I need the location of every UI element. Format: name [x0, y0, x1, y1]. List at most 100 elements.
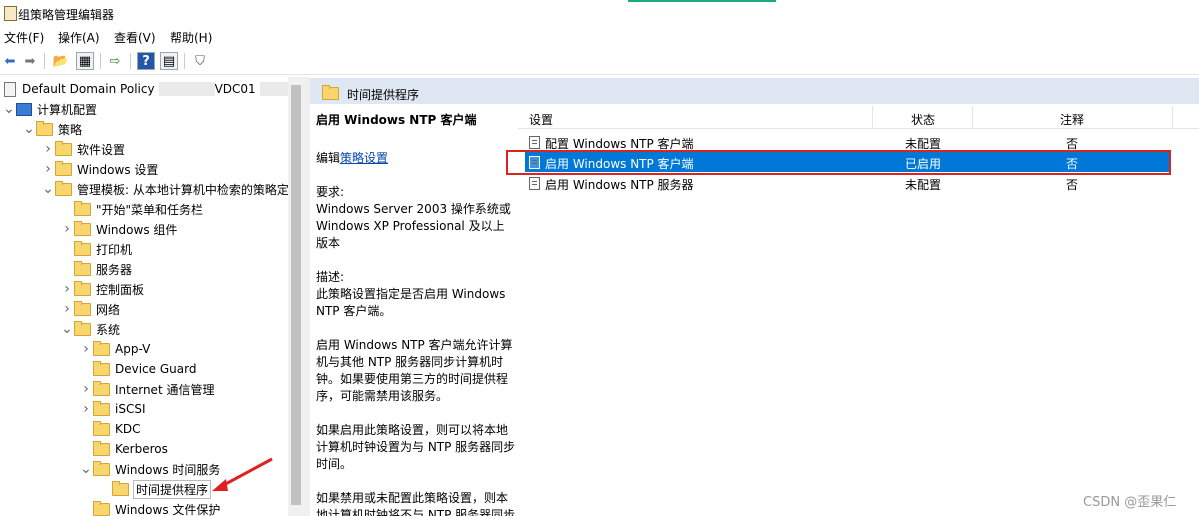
- column-comment[interactable]: 注释: [1060, 111, 1084, 128]
- tree-item[interactable]: "开始"菜单和任务栏: [60, 199, 203, 219]
- column-divider[interactable]: [872, 106, 873, 128]
- folder-icon: [55, 140, 72, 156]
- details-header-title: 时间提供程序: [347, 88, 420, 102]
- folder-icon: [74, 260, 91, 276]
- folder-icon: [74, 200, 91, 216]
- title-bar: 组策略管理编辑器: [0, 0, 1199, 26]
- description-panel: 启用 Windows NTP 客户端 编辑策略设置 要求: Windows Se…: [310, 104, 518, 516]
- chevron-right-icon[interactable]: ›: [60, 281, 74, 297]
- forward-icon[interactable]: ➡: [21, 52, 39, 70]
- folder-icon: [74, 240, 91, 256]
- folder-icon: [74, 320, 91, 336]
- description-text-4: 如果禁用或未配置此策略设置，则本地计算机时钟将不与 NTP 服务器同步: [316, 491, 516, 516]
- folder-icon: [74, 300, 91, 316]
- tree-item[interactable]: › Windows 组件: [60, 219, 177, 239]
- tree-item-label: iSCSI: [115, 402, 146, 416]
- export-list-icon[interactable]: ⇨: [106, 52, 124, 70]
- tree-item[interactable]: ⌄ 计算机配置: [2, 99, 97, 119]
- tree-item-label: 服务器: [96, 262, 133, 277]
- folder-icon: [74, 280, 91, 296]
- edit-prefix: 编辑: [316, 151, 341, 165]
- tree-item[interactable]: Windows 文件保护: [79, 499, 220, 516]
- tree-item-label: Device Guard: [115, 362, 197, 376]
- folder-icon: [93, 500, 110, 516]
- folder-icon: [93, 340, 110, 356]
- tree-item[interactable]: ⌄ 系统: [60, 319, 120, 339]
- menu-action[interactable]: 操作(A): [58, 29, 100, 46]
- chevron-right-icon[interactable]: ›: [41, 161, 55, 177]
- tree-item[interactable]: › App-V: [79, 339, 150, 359]
- tree-item[interactable]: ⌄ 管理模板: 从本地计算机中检索的策略定: [41, 179, 289, 199]
- tree-item[interactable]: › Internet 通信管理: [79, 379, 214, 399]
- tree-item[interactable]: › iSCSI: [79, 399, 146, 419]
- chevron-right-icon[interactable]: ›: [60, 301, 74, 317]
- setting-row[interactable]: 配置 Windows NTP 客户端 未配置 否: [525, 132, 1171, 152]
- tree-item[interactable]: Device Guard: [79, 359, 196, 379]
- tree-item-label: Windows 设置: [77, 162, 159, 177]
- chevron-right-icon[interactable]: ›: [79, 341, 93, 357]
- tree-item-label: 计算机配置: [37, 102, 98, 117]
- tree-item[interactable]: › 控制面板: [60, 279, 144, 299]
- tree-item[interactable]: 服务器: [60, 259, 132, 279]
- tree-item[interactable]: › 网络: [60, 299, 120, 319]
- tree-item-label: Windows 组件: [96, 222, 178, 237]
- chevron-down-icon[interactable]: ⌄: [41, 181, 55, 197]
- chevron-down-icon[interactable]: ⌄: [79, 461, 93, 477]
- folder-icon: [36, 120, 53, 136]
- back-icon[interactable]: ⬅: [1, 52, 19, 70]
- menu-view[interactable]: 查看(V): [114, 29, 156, 46]
- watermark: CSDN @歪果仁: [1083, 495, 1177, 510]
- chevron-down-icon[interactable]: ⌄: [60, 321, 74, 337]
- show-tree-icon[interactable]: ▦: [76, 52, 94, 70]
- folder-icon: [93, 380, 110, 396]
- tree-item[interactable]: ⌄ Windows 时间服务: [79, 459, 220, 479]
- toolbar-separator: [130, 53, 131, 69]
- computer-icon: [16, 102, 32, 116]
- edit-policy-link[interactable]: 策略设置: [340, 151, 388, 165]
- properties-icon[interactable]: ▤: [160, 52, 178, 70]
- policy-title: 启用 Windows NTP 客户端: [316, 113, 477, 127]
- menu-help[interactable]: 帮助(H): [170, 29, 212, 46]
- tree-item-label: Windows 时间服务: [115, 462, 221, 477]
- folder-icon: [93, 460, 110, 476]
- requirements-label: 要求:: [316, 185, 345, 199]
- menu-file[interactable]: 文件(F): [4, 29, 44, 46]
- tree-item-label: 管理模板: 从本地计算机中检索的策略定: [77, 182, 289, 197]
- setting-row[interactable]: 启用 Windows NTP 服务器 未配置 否: [525, 173, 1171, 193]
- setting-state: 未配置: [905, 178, 942, 192]
- tree-scroll-thumb[interactable]: [291, 85, 301, 505]
- menu-bar: 文件(F) 操作(A) 查看(V) 帮助(H): [0, 26, 1199, 48]
- tree-item[interactable]: KDC: [79, 419, 141, 439]
- tree-item[interactable]: › Windows 设置: [41, 159, 158, 179]
- up-folder-icon[interactable]: 📂: [52, 52, 70, 70]
- tree-item[interactable]: 时间提供程序: [98, 479, 212, 499]
- tree-item[interactable]: Kerberos: [79, 439, 168, 459]
- tree-item[interactable]: 打印机: [60, 239, 132, 259]
- toolbar: ⬅ ➡ 📂 ▦ ⇨ ? ▤ ⛉: [0, 48, 1199, 75]
- help-icon[interactable]: ?: [137, 52, 155, 70]
- folder-icon: [74, 220, 91, 236]
- filter-icon[interactable]: ⛉: [191, 52, 209, 70]
- annotation-arrow-icon: [212, 457, 273, 491]
- title-accent-line: [628, 0, 776, 2]
- edit-policy-line: 编辑策略设置: [316, 150, 516, 167]
- description-text-3: 如果启用此策略设置，则可以将本地计算机时钟设置为与 NTP 服务器同步时间。: [316, 423, 516, 471]
- column-state[interactable]: 状态: [911, 111, 935, 128]
- chevron-down-icon[interactable]: ⌄: [22, 121, 36, 137]
- chevron-down-icon[interactable]: ⌄: [2, 101, 16, 117]
- description-text-2: 启用 Windows NTP 客户端允许计算机与其他 NTP 服务器同步计算机时…: [316, 338, 513, 403]
- column-divider[interactable]: [1172, 106, 1173, 128]
- chevron-right-icon[interactable]: ›: [60, 221, 74, 237]
- toolbar-separator: [184, 53, 185, 69]
- column-setting[interactable]: 设置: [529, 111, 553, 128]
- tree-item[interactable]: ⌄ 策略: [22, 119, 82, 139]
- chevron-right-icon[interactable]: ›: [79, 381, 93, 397]
- chevron-right-icon[interactable]: ›: [79, 401, 93, 417]
- tree-item[interactable]: › 软件设置: [41, 139, 125, 159]
- app-icon: [4, 6, 17, 21]
- tree-root[interactable]: Default Domain Policy VDC01 C: [0, 79, 304, 99]
- column-divider[interactable]: [972, 106, 973, 128]
- chevron-right-icon[interactable]: ›: [41, 141, 55, 157]
- setting-icon: [529, 136, 540, 149]
- tree-scrollbar[interactable]: [288, 77, 304, 516]
